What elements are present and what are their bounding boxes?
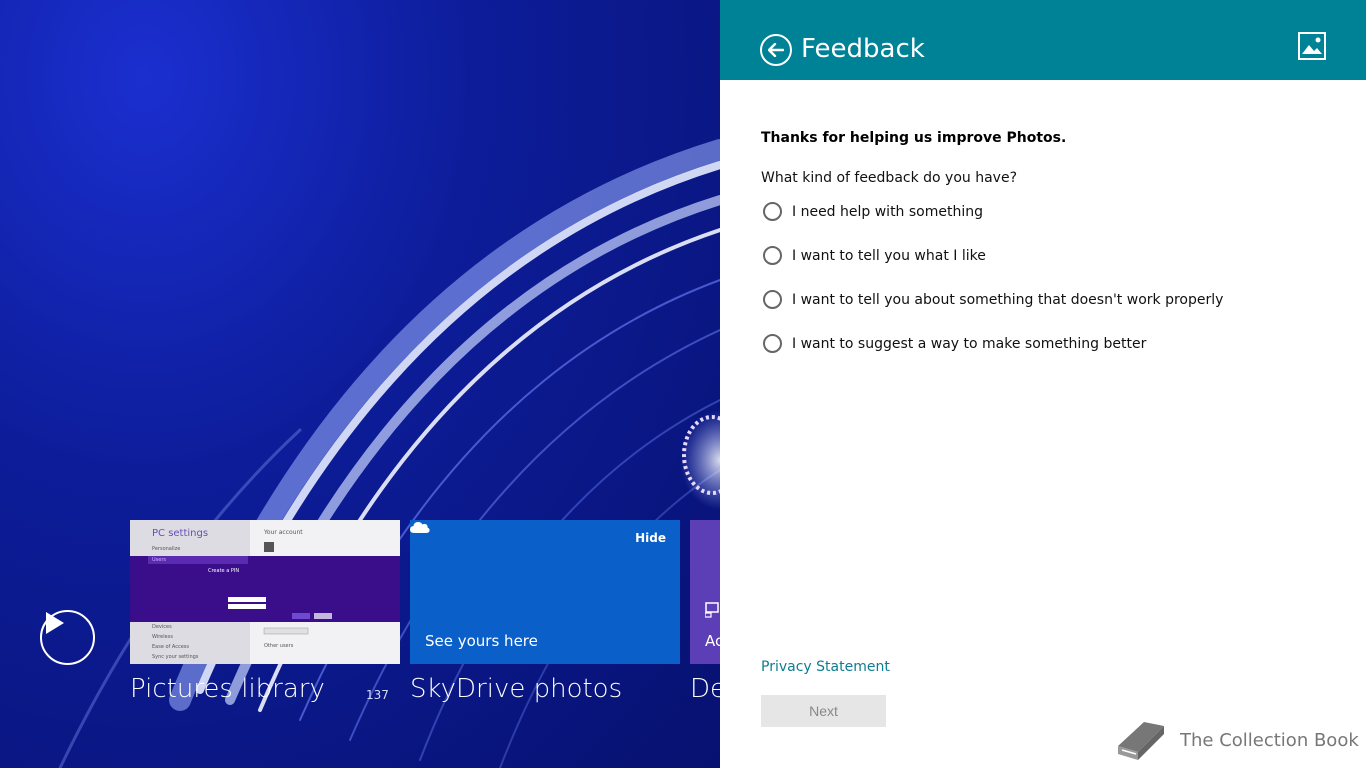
option-not-working[interactable]: I want to tell you about something that …	[763, 290, 1223, 309]
option-label-not-working: I want to tell you about something that …	[792, 291, 1224, 308]
watermark-text: The Collection Book	[1180, 729, 1359, 751]
pc-settings-users: Users	[152, 557, 167, 563]
feedback-intro: Thanks for helping us improve Photos.	[761, 130, 1067, 146]
pc-settings-ease: Ease of Access	[152, 644, 190, 650]
option-label-like: I want to tell you what I like	[792, 247, 986, 264]
devices-icon	[705, 602, 719, 618]
radio-like[interactable]	[763, 246, 782, 265]
feedback-header: Feedback	[720, 0, 1366, 80]
pictures-library-caption: Pictures library	[130, 674, 325, 704]
pc-settings-other-users: Other users	[264, 643, 294, 649]
privacy-statement-link[interactable]: Privacy Statement	[761, 659, 890, 675]
app-image-icon	[1298, 32, 1326, 60]
skydrive-photos-tile[interactable]: Hide See yours here	[410, 520, 680, 664]
app-background: PC settings Personalize Users Your accou…	[0, 0, 720, 768]
pc-settings-sync: Sync your settings	[152, 654, 199, 660]
back-arrow-icon	[768, 43, 784, 57]
option-label-need-help: I need help with something	[792, 203, 984, 220]
feedback-pane: Feedback Thanks for helping us improve P…	[720, 0, 1366, 768]
pictures-library-count: 137	[366, 688, 389, 702]
cloud-icon	[410, 522, 430, 533]
pc-settings-personalize: Personalize	[152, 546, 181, 552]
book-icon	[1118, 722, 1164, 760]
pictures-library-tile[interactable]: PC settings Personalize Users Your accou…	[130, 520, 400, 664]
option-like[interactable]: I want to tell you what I like	[763, 246, 986, 265]
devices-caption: De	[690, 674, 720, 704]
pane-title: Feedback	[801, 34, 925, 64]
play-icon	[46, 612, 64, 634]
devices-tile-text: Ac	[705, 632, 720, 650]
next-button[interactable]: Next	[761, 695, 886, 727]
pc-settings-your-account: Your account	[264, 529, 303, 536]
feedback-question: What kind of feedback do you have?	[761, 170, 1018, 186]
radio-not-working[interactable]	[763, 290, 782, 309]
option-suggest[interactable]: I want to suggest a way to make somethin…	[763, 334, 1146, 353]
see-yours-here-text: See yours here	[425, 632, 538, 650]
option-need-help[interactable]: I need help with something	[763, 202, 983, 221]
radio-need-help[interactable]	[763, 202, 782, 221]
watermark: The Collection Book	[1114, 716, 1359, 764]
radio-suggest[interactable]	[763, 334, 782, 353]
pc-settings-wireless: Wireless	[152, 634, 173, 640]
pc-settings-create-pin: Create a PIN	[208, 568, 240, 574]
option-label-suggest: I want to suggest a way to make somethin…	[792, 335, 1147, 352]
pc-settings-devices: Devices	[152, 624, 172, 630]
devices-tile[interactable]: Ac	[690, 520, 720, 664]
pc-settings-title: PC settings	[152, 528, 209, 539]
slideshow-play-button[interactable]	[40, 610, 95, 665]
skydrive-photos-caption: SkyDrive photos	[410, 674, 623, 704]
back-button[interactable]	[760, 34, 792, 66]
hide-link[interactable]: Hide	[635, 531, 666, 545]
